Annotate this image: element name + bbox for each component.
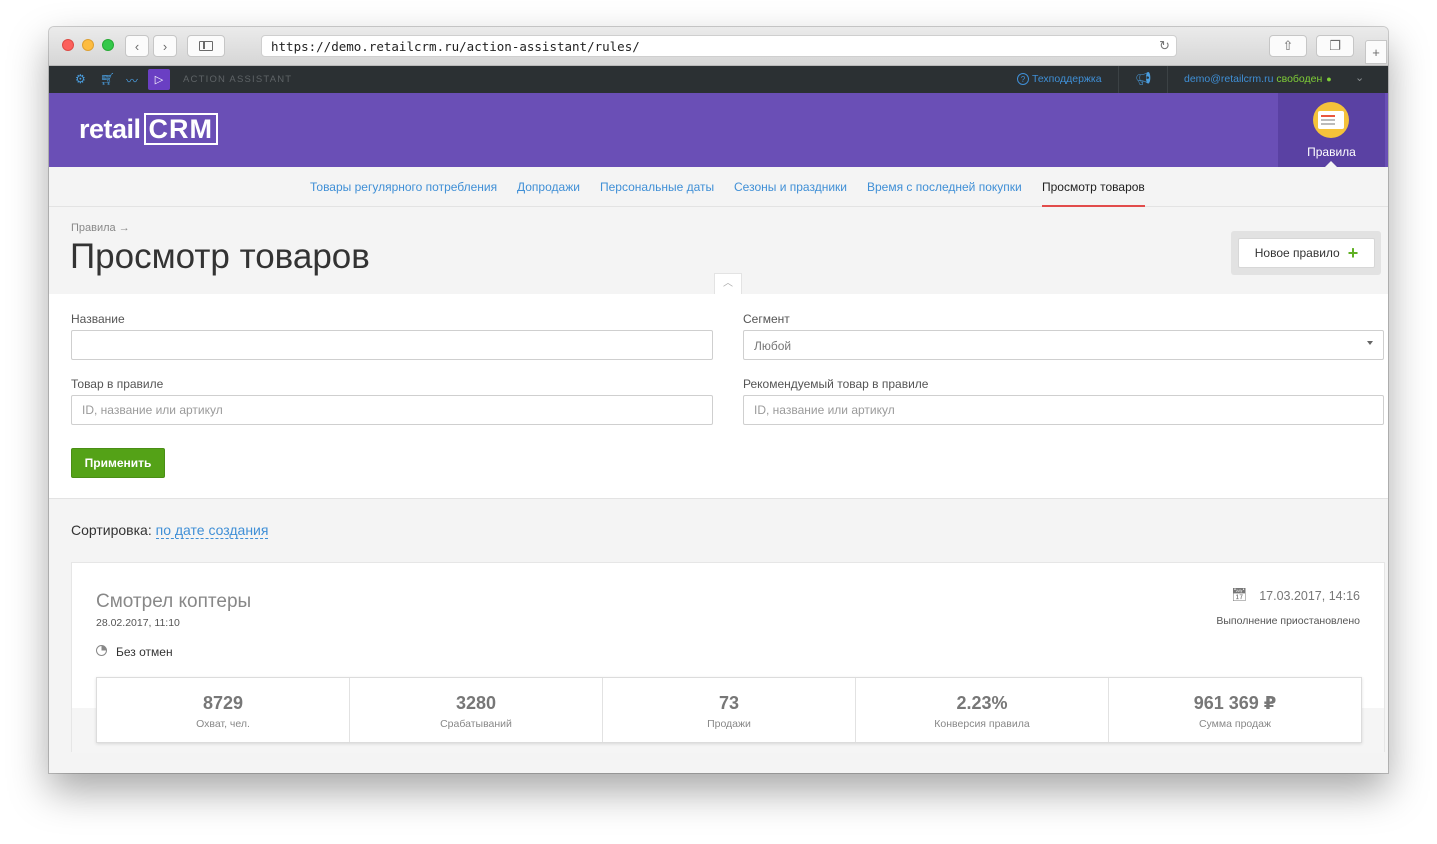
stat-conversion: 2.23% Конверсия правила bbox=[856, 678, 1109, 742]
rules-document-icon bbox=[1313, 102, 1349, 138]
rules-subnav: Товары регулярного потребления Допродажи… bbox=[49, 167, 1388, 207]
reload-icon[interactable]: ↻ bbox=[1159, 38, 1170, 54]
browser-window: ‹ › https://demo.retailcrm.ru/action-ass… bbox=[49, 27, 1388, 773]
stat-value: 3280 bbox=[455, 693, 497, 713]
recommended-product-input[interactable] bbox=[743, 395, 1384, 425]
tabs-icon: ❐ bbox=[1329, 38, 1341, 53]
filter-panel: Название Сегмент Любой Товар в правиле Р… bbox=[49, 294, 1388, 499]
stat-label: Сумма продаж bbox=[1198, 718, 1272, 730]
subnav-item-regular-goods[interactable]: Товары регулярного потребления bbox=[310, 180, 497, 194]
new-rule-button[interactable]: Новое правило + bbox=[1238, 238, 1375, 268]
stat-sales-amount: 961 369 ₽ Сумма продаж bbox=[1109, 678, 1361, 742]
apply-button[interactable]: Применить bbox=[71, 448, 165, 478]
name-label: Название bbox=[71, 312, 125, 326]
sorting-control: Сортировка: по дате создания bbox=[71, 522, 269, 539]
stat-triggers: 3280 Срабатываний bbox=[350, 678, 603, 742]
forward-button[interactable]: › bbox=[153, 35, 177, 57]
megaphone-icon[interactable]: 📢︎ bbox=[1135, 71, 1152, 87]
minimize-window-button[interactable] bbox=[82, 39, 94, 51]
url-text: https://demo.retailcrm.ru/action-assista… bbox=[271, 39, 640, 54]
chevron-left-icon: ‹ bbox=[134, 38, 140, 54]
rule-created-date: 28.02.2017, 11:10 bbox=[96, 617, 180, 629]
cancel-mode-label: Без отмен bbox=[116, 645, 173, 659]
active-tab-underline bbox=[1042, 205, 1145, 207]
page-title: Просмотр товаров bbox=[70, 237, 370, 276]
settings-gear-icon[interactable]: ⚙ bbox=[75, 72, 86, 86]
support-link[interactable]: ? Техподдержка bbox=[1017, 73, 1102, 85]
support-label: Техподдержка bbox=[1032, 73, 1102, 85]
segment-label: Сегмент bbox=[743, 312, 790, 326]
appbar-divider bbox=[1167, 66, 1168, 93]
user-menu[interactable]: demo@retailcrm.ru свободен ● bbox=[1184, 73, 1332, 85]
share-button[interactable]: ⇧ bbox=[1269, 35, 1307, 57]
browser-toolbar: ‹ › https://demo.retailcrm.ru/action-ass… bbox=[49, 27, 1388, 66]
stat-label: Конверсия правила bbox=[934, 718, 1030, 730]
sorting-label: Сортировка: bbox=[71, 522, 152, 538]
new-rule-label: Новое правило bbox=[1254, 246, 1340, 260]
close-window-button[interactable] bbox=[62, 39, 74, 51]
stat-reach: 8729 Охват, чел. bbox=[97, 678, 350, 742]
rules-tab-label: Правила bbox=[1307, 145, 1356, 159]
subnav-item-upsell[interactable]: Допродажи bbox=[517, 180, 580, 194]
chevron-down-icon[interactable]: ⌄ bbox=[1355, 71, 1364, 84]
chevron-right-icon: › bbox=[162, 38, 168, 54]
logo-text: retail bbox=[79, 114, 141, 144]
new-tab-button[interactable]: + bbox=[1365, 40, 1387, 64]
stat-label: Срабатываний bbox=[440, 718, 512, 730]
stat-label: Продажи bbox=[707, 718, 751, 730]
segment-value: Любой bbox=[754, 339, 792, 353]
cart-icon[interactable]: 🛒︎ bbox=[100, 72, 115, 86]
breadcrumb[interactable]: Правила → bbox=[71, 222, 130, 234]
segment-select[interactable]: Любой bbox=[743, 330, 1384, 360]
plus-icon: + bbox=[1372, 44, 1380, 60]
sidebar-toggle-button[interactable] bbox=[187, 35, 225, 57]
appbar-divider bbox=[1118, 66, 1119, 93]
plus-icon: + bbox=[1347, 243, 1359, 263]
recommended-product-label: Рекомендуемый товар в правиле bbox=[743, 377, 929, 391]
zoom-window-button[interactable] bbox=[102, 39, 114, 51]
stat-label: Охват, чел. bbox=[196, 718, 250, 730]
user-status: свободен bbox=[1276, 73, 1323, 85]
user-email: demo@retailcrm.ru bbox=[1184, 73, 1274, 85]
stat-value: 2.23% bbox=[956, 693, 1008, 713]
rule-card[interactable]: Смотрел коптеры 28.02.2017, 11:10 📅︎ 17.… bbox=[71, 562, 1385, 753]
subnav-item-time-since-purchase[interactable]: Время с последней покупки bbox=[867, 180, 1022, 194]
app-top-bar: ⚙ 🛒︎ 〰 ▷ ACTION ASSISTANT ? Техподдержка … bbox=[49, 66, 1388, 93]
subnav-item-product-views[interactable]: Просмотр товаров bbox=[1042, 180, 1145, 194]
share-icon: ⇧ bbox=[1282, 38, 1294, 53]
subnav-item-personal-dates[interactable]: Персональные даты bbox=[600, 180, 714, 194]
sidebar-icon bbox=[199, 41, 213, 51]
retailcrm-logo[interactable]: retail CRM bbox=[79, 113, 219, 145]
sorting-option-link[interactable]: по дате создания bbox=[155, 522, 269, 539]
back-button[interactable]: ‹ bbox=[125, 35, 149, 57]
help-circle-icon: ? bbox=[1017, 73, 1029, 85]
subnav-item-seasons-holidays[interactable]: Сезоны и праздники bbox=[734, 180, 847, 194]
rule-scheduled-date: 17.03.2017, 14:16 bbox=[1259, 589, 1360, 603]
chevron-up-icon: ︿ bbox=[723, 278, 733, 289]
tabs-button[interactable]: ❐ bbox=[1316, 35, 1354, 57]
stat-value: 961 369 ₽ bbox=[1193, 693, 1277, 713]
caret-down-icon bbox=[1367, 341, 1373, 345]
rule-status: Выполнение приостановлено bbox=[1216, 615, 1360, 627]
section-label: ACTION ASSISTANT bbox=[183, 74, 293, 85]
rules-tab[interactable]: Правила bbox=[1278, 93, 1385, 167]
calendar-icon: 📅︎ bbox=[1231, 587, 1248, 602]
logo-crm: CRM bbox=[143, 113, 219, 145]
new-rule-wrapper: Новое правило + bbox=[1231, 231, 1381, 275]
name-input[interactable] bbox=[71, 330, 713, 360]
rule-title[interactable]: Смотрел коптеры bbox=[96, 591, 251, 613]
app-header: retail CRM Правила bbox=[49, 93, 1388, 167]
stat-value: 73 bbox=[718, 693, 740, 713]
analytics-icon[interactable]: 〰 bbox=[126, 72, 138, 89]
collapse-filters-button[interactable]: ︿ bbox=[714, 273, 742, 294]
product-input[interactable] bbox=[71, 395, 713, 425]
action-assistant-icon[interactable]: ▷ bbox=[148, 69, 170, 90]
rule-stats: 8729 Охват, чел. 3280 Срабатываний 73 Пр… bbox=[96, 677, 1362, 743]
online-dot-icon: ● bbox=[1326, 74, 1332, 84]
address-bar[interactable]: https://demo.retailcrm.ru/action-assista… bbox=[261, 35, 1177, 57]
stat-value: 8729 bbox=[202, 693, 244, 713]
stat-sales: 73 Продажи bbox=[603, 678, 856, 742]
product-label: Товар в правиле bbox=[71, 377, 164, 391]
pie-chart-icon bbox=[96, 645, 107, 656]
